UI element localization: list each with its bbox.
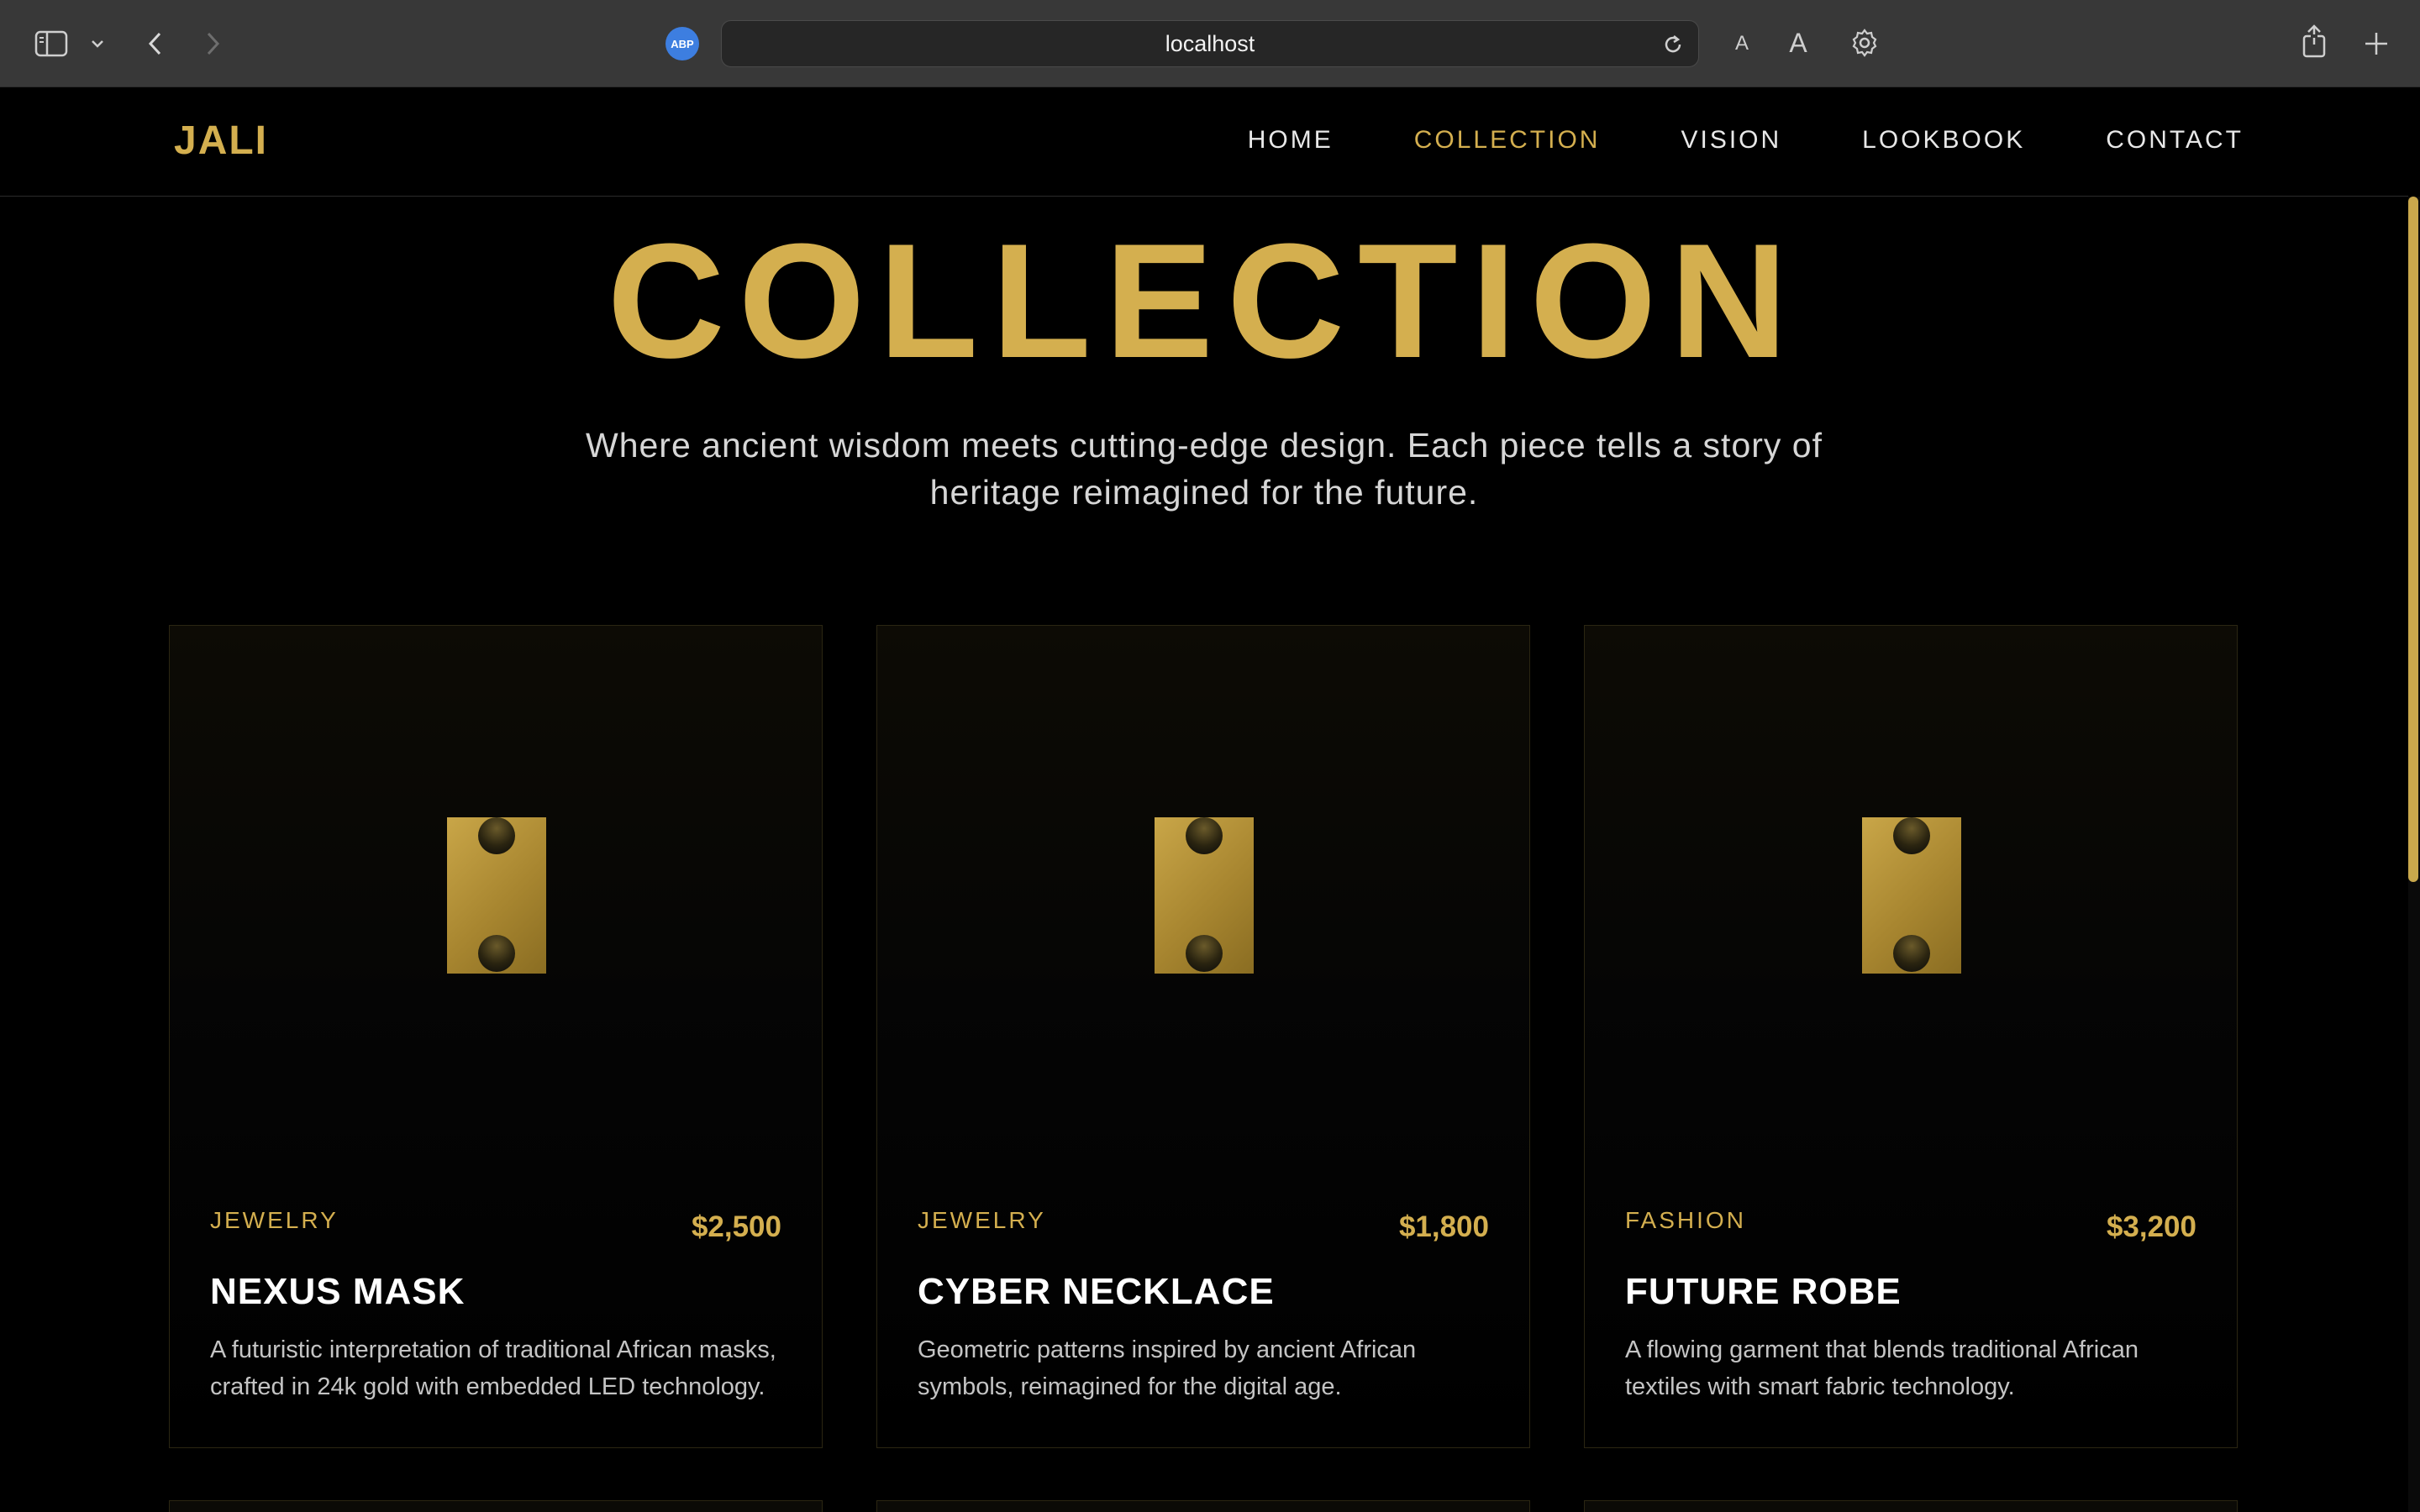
site-header: JALI HOME COLLECTION VISION LOOKBOOK CON… [0,87,2408,197]
product-image-dot [478,935,515,972]
product-image-dot [478,817,515,854]
browser-toolbar: ABP localhost A A [0,0,2420,87]
forward-icon[interactable] [198,25,229,62]
product-name[interactable]: FUTURE ROBE [1625,1271,1902,1313]
product-image-dot [1186,817,1223,854]
product-image [447,817,546,974]
page-subtitle: Where ancient wisdom meets cutting-edge … [574,422,1834,516]
product-name[interactable]: NEXUS MASK [210,1271,465,1313]
product-image [1155,817,1254,974]
url-text[interactable]: localhost [1165,31,1255,57]
product-description: A flowing garment that blends traditiona… [1625,1331,2205,1405]
product-category: JEWELRY [210,1207,339,1233]
chevron-down-icon[interactable] [87,32,108,55]
nav-lookbook[interactable]: LOOKBOOK [1862,126,2025,155]
product-description-line1: Geometric patterns inspired by ancient A… [918,1336,1417,1363]
decrease-font-button[interactable]: A [1729,25,1754,62]
address-bar[interactable]: localhost [721,20,1699,67]
main-nav: HOME COLLECTION VISION LOOKBOOK CONTACT [1167,126,2244,155]
product-description-line2: crafted in 24k gold with embedded LED te… [210,1373,765,1400]
product-price: $2,500 [691,1210,781,1243]
product-category: FASHION [1625,1207,1746,1233]
product-price: $1,800 [1398,1210,1489,1243]
product-description: Geometric patterns inspired by ancient A… [918,1331,1497,1405]
page-subtitle-line2: heritage reimagined for the future. [929,473,1479,512]
nav-collection[interactable]: COLLECTION [1414,126,1601,155]
product-description-line1: A flowing garment that blends traditiona… [1625,1336,2139,1363]
product-card[interactable]: JEWELRY $1,800 CYBER NECKLACE Geometric … [876,625,1530,1448]
product-card[interactable]: JEWELRY $2,500 NEXUS MASK A futuristic i… [169,625,823,1448]
site-logo[interactable]: JALI [174,118,268,164]
plus-icon[interactable] [2360,27,2393,60]
sidebar-icon[interactable] [32,25,71,62]
product-image [1862,817,1961,974]
product-description: A futuristic interpretation of tradition… [210,1331,790,1405]
product-card[interactable]: FASHION $3,200 FUTURE ROBE A flowing gar… [1584,625,2238,1448]
page-scrollbar-thumb[interactable] [2408,197,2418,882]
page-title: COLLECTION [607,210,1802,392]
product-description-line2: symbols, reimagined for the digital age. [918,1373,1342,1400]
product-image-dot [1893,935,1930,972]
share-icon[interactable] [2297,22,2331,60]
product-card-peek[interactable] [169,1500,823,1512]
product-price: $3,200 [2106,1210,2196,1243]
product-card-peek[interactable] [876,1500,1530,1512]
nav-vision[interactable]: VISION [1681,126,1781,155]
product-description-line1: A futuristic interpretation of tradition… [210,1336,776,1363]
back-icon[interactable] [139,25,170,62]
page-subtitle-line1: Where ancient wisdom meets cutting-edge … [586,426,1823,465]
product-name[interactable]: CYBER NECKLACE [918,1271,1275,1313]
product-description-line2: textiles with smart fabric technology. [1625,1373,2015,1400]
nav-contact[interactable]: CONTACT [2106,126,2244,155]
adblock-extension-icon[interactable]: ABP [666,27,699,60]
reload-icon[interactable] [1660,31,1686,58]
product-category: JEWELRY [918,1207,1046,1233]
product-card-peek[interactable] [1584,1500,2238,1512]
gear-icon[interactable] [1847,25,1882,60]
product-image-dot [1186,935,1223,972]
product-image-dot [1893,817,1930,854]
increase-font-button[interactable]: A [1785,22,1812,64]
nav-home[interactable]: HOME [1248,126,1334,155]
